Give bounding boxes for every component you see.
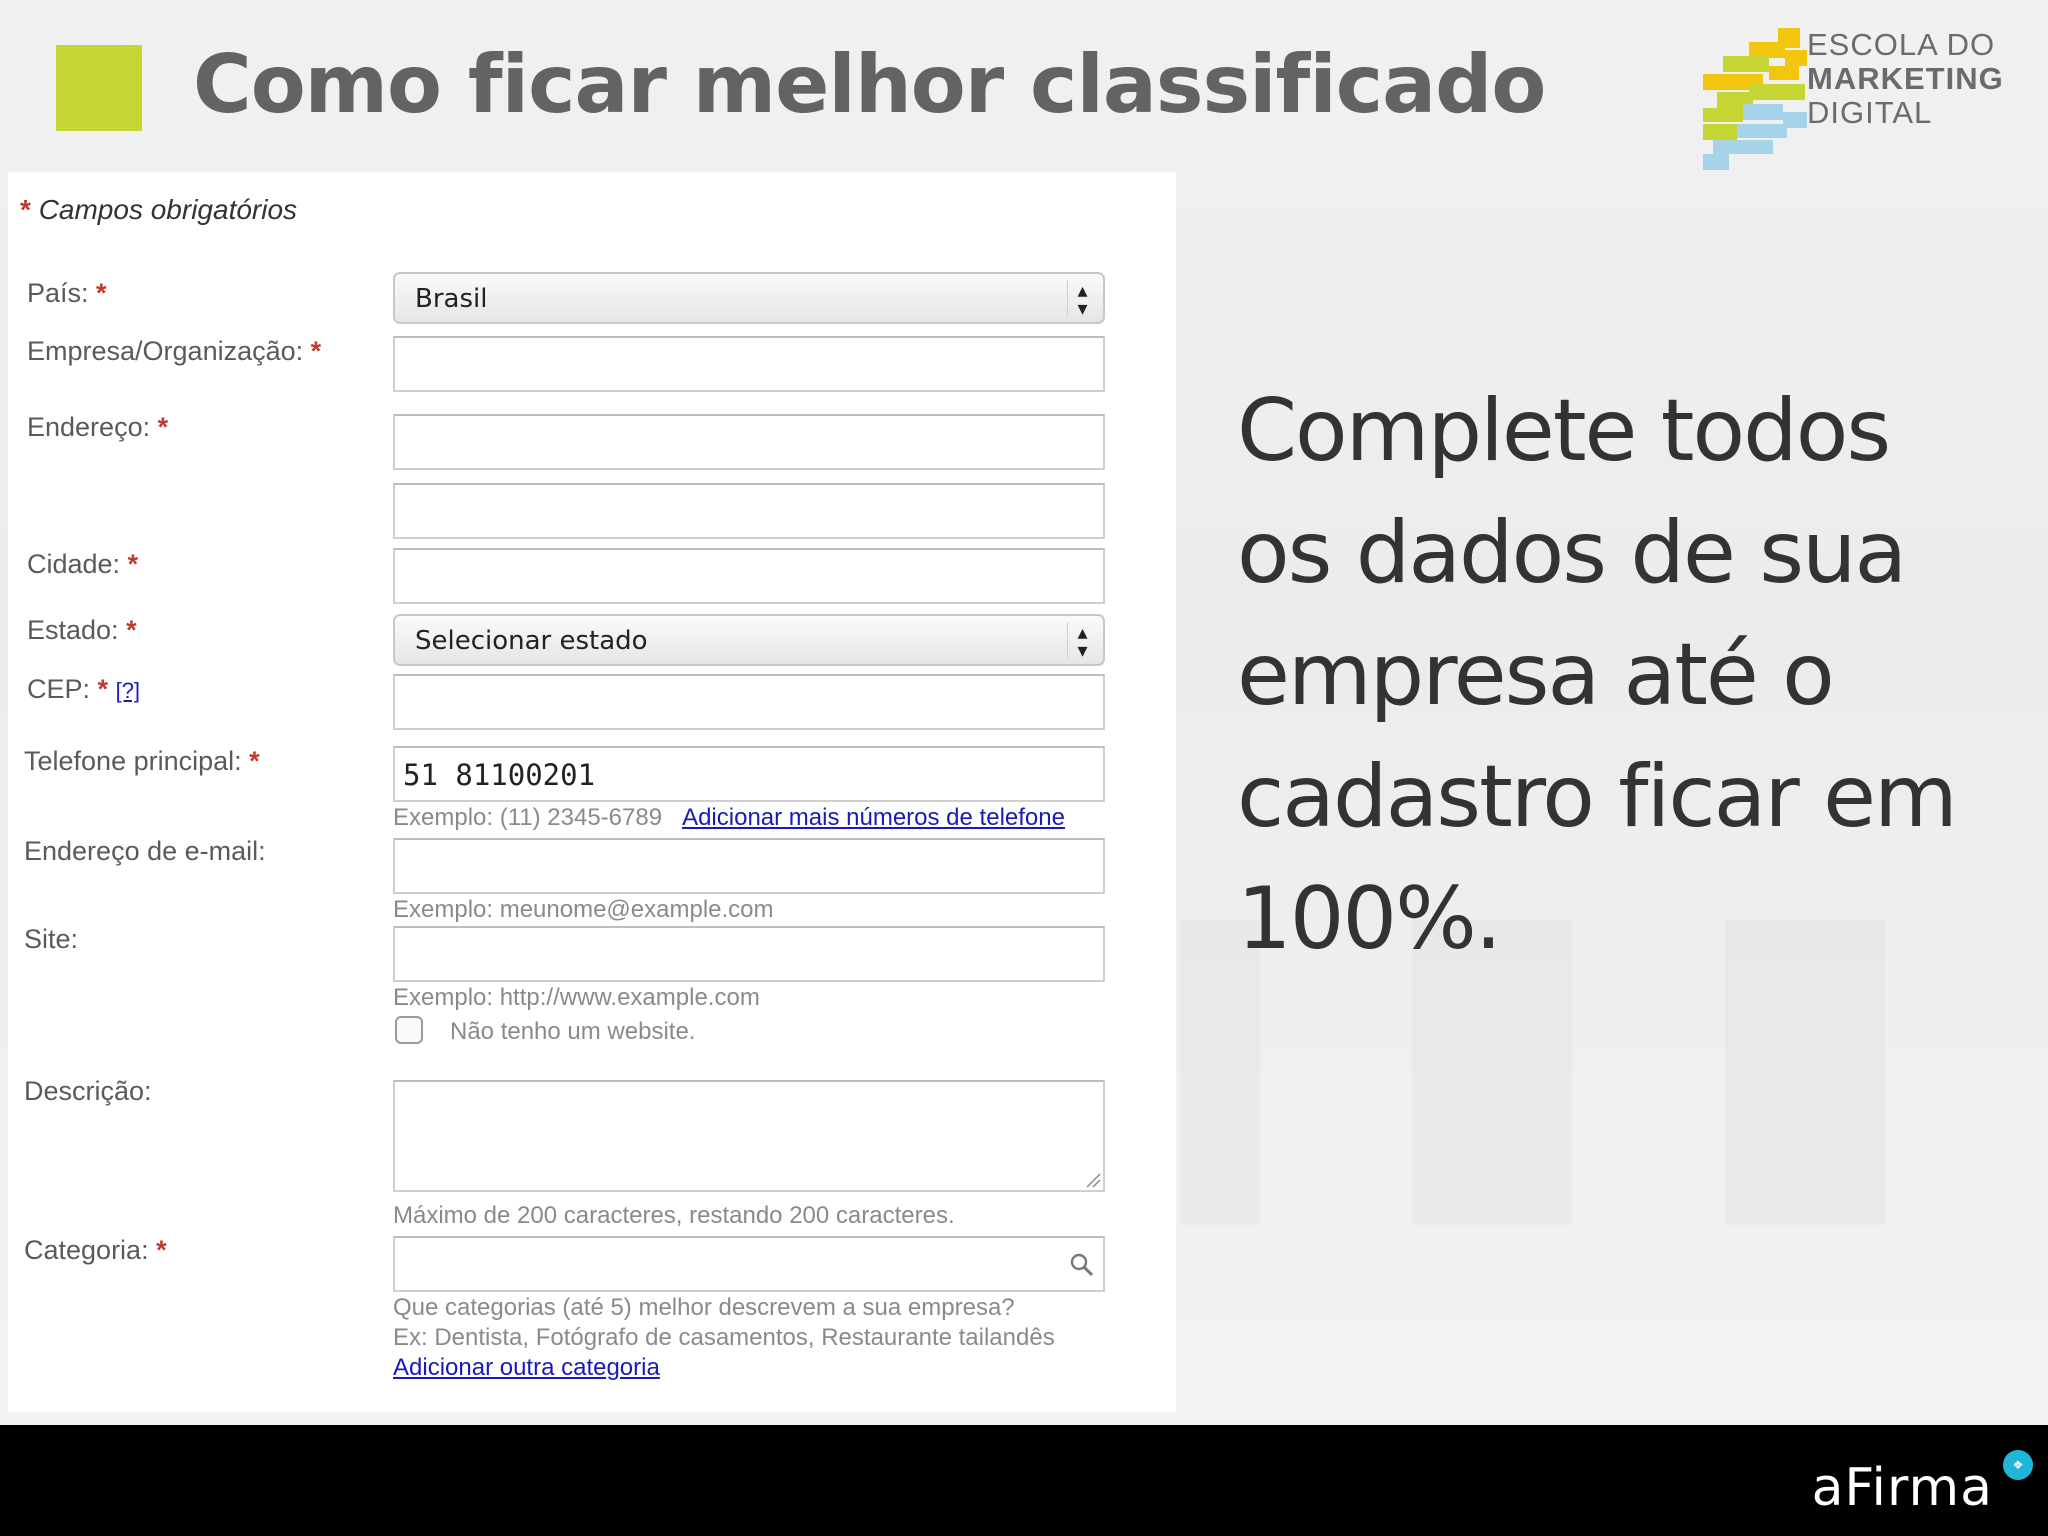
country-select[interactable]: Brasil ▴ ▾ <box>393 272 1105 324</box>
body-line-3: empresa até o <box>1237 625 1835 725</box>
body-line-1: Complete todos <box>1237 381 1891 481</box>
email-label: Endereço de e-mail: <box>24 836 266 866</box>
phone-example: Exemplo: (11) 2345-6789 <box>393 804 663 831</box>
business-form-panel: * Campos obrigatórios País: * Brasil ▴ ▾ … <box>8 172 1176 1412</box>
body-line-5: 100%. <box>1237 869 1502 969</box>
no-website-label: Não tenho um website. <box>450 1018 696 1045</box>
required-marker: * <box>96 278 107 308</box>
cep-help-link[interactable]: [?] <box>116 678 140 703</box>
site-input[interactable] <box>393 926 1105 982</box>
state-select[interactable]: Selecionar estado ▴ ▾ <box>393 614 1105 666</box>
logo-line-3: DIGITAL <box>1807 95 1933 130</box>
required-fields-note: * Campos obrigatórios <box>20 194 297 226</box>
company-input[interactable] <box>393 336 1105 392</box>
cep-label-text: CEP: <box>27 674 91 704</box>
phone-hint: Exemplo: (11) 2345-6789 Adicionar mais n… <box>393 804 1065 832</box>
state-label-text: Estado: <box>27 615 119 645</box>
logo-text: ESCOLA DO MARKETING DIGITAL <box>1807 28 2004 130</box>
city-label-text: Cidade: <box>27 549 121 579</box>
site-hint: Exemplo: http://www.example.com <box>393 984 760 1011</box>
cep-input[interactable] <box>393 674 1105 730</box>
required-marker: * <box>157 412 169 442</box>
logo-line-2: MARKETING <box>1807 61 2004 96</box>
title-accent-square <box>56 45 142 131</box>
afirma-badge-icon: ❖ <box>2003 1450 2033 1480</box>
cep-label: CEP: * [?] <box>27 674 140 705</box>
country-label-text: País: <box>27 278 89 308</box>
logo-line-1: ESCOLA DO <box>1807 27 1996 62</box>
required-marker: * <box>156 1235 167 1265</box>
slide-title: Como ficar melhor classificado <box>193 38 1546 131</box>
slide-body-text: Complete todos os dados de sua empresa a… <box>1237 370 2017 980</box>
resize-grip-icon[interactable] <box>1083 1170 1101 1188</box>
state-label: Estado: * <box>27 615 137 646</box>
state-select-value: Selecionar estado <box>415 626 648 656</box>
logo-mark-icon <box>1703 28 1807 170</box>
country-label: País: * <box>27 278 107 309</box>
description-textarea[interactable] <box>393 1080 1105 1192</box>
company-label-text: Empresa/Organização: <box>27 336 304 366</box>
body-line-4: cadastro ficar em <box>1237 747 1958 847</box>
company-label: Empresa/Organização: * <box>27 336 321 367</box>
category-hint-2: Ex: Dentista, Fotógrafo de casamentos, R… <box>393 1324 1055 1351</box>
phone-input-value: 51 81100201 <box>403 758 596 792</box>
address-label-text: Endereço: <box>27 412 151 442</box>
phone-label: Telefone principal: * <box>24 746 260 777</box>
required-marker: * <box>249 746 260 776</box>
select-arrows-icon: ▴ ▾ <box>1067 280 1097 318</box>
afirma-logo: aFirma <box>1811 1458 1993 1518</box>
category-hint-1: Que categorias (até 5) melhor descrevem … <box>393 1294 1015 1321</box>
required-note-text: Campos obrigatórios <box>38 194 298 225</box>
country-select-value: Brasil <box>415 284 488 314</box>
phone-label-text: Telefone principal: <box>24 746 242 776</box>
address-input-line-2[interactable] <box>393 483 1105 539</box>
email-hint: Exemplo: meunome@example.com <box>393 896 774 923</box>
city-input[interactable] <box>393 548 1105 604</box>
city-label: Cidade: * <box>27 549 138 580</box>
required-marker: * <box>126 615 137 645</box>
search-icon[interactable] <box>1069 1252 1095 1278</box>
required-marker: * <box>310 336 322 366</box>
phone-input[interactable]: 51 81100201 <box>393 746 1105 802</box>
category-input[interactable] <box>393 1236 1105 1292</box>
email-input[interactable] <box>393 838 1105 894</box>
footer-bar <box>0 1425 2048 1536</box>
category-label: Categoria: * <box>24 1235 167 1266</box>
select-arrows-icon: ▴ ▾ <box>1067 622 1097 660</box>
no-website-checkbox[interactable] <box>395 1016 423 1044</box>
add-phone-link[interactable]: Adicionar mais números de telefone <box>682 804 1065 831</box>
site-label: Site: <box>24 924 79 954</box>
escola-marketing-digital-logo: ESCOLA DO MARKETING DIGITAL <box>1703 28 2003 170</box>
address-input-line-1[interactable] <box>393 414 1105 470</box>
description-label: Descrição: <box>24 1076 152 1106</box>
category-label-text: Categoria: <box>24 1235 149 1265</box>
description-hint: Máximo de 200 caracteres, restando 200 c… <box>393 1202 955 1229</box>
body-line-2: os dados de sua <box>1237 503 1907 603</box>
add-category-link[interactable]: Adicionar outra categoria <box>393 1354 660 1382</box>
required-marker: * <box>97 674 109 704</box>
required-marker: * <box>20 194 31 225</box>
address-label: Endereço: * <box>27 412 168 443</box>
required-marker: * <box>127 549 139 579</box>
